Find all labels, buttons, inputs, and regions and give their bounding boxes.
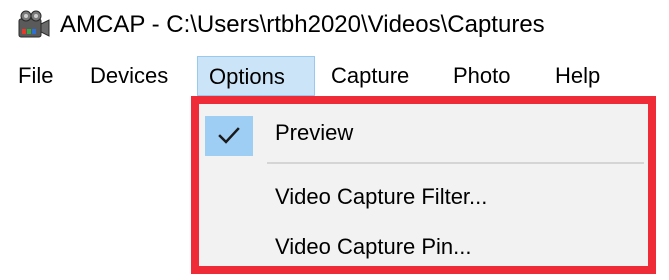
preview-check-box xyxy=(205,116,253,156)
menu-options-label: Options xyxy=(209,64,285,89)
menu-item-video-capture-filter-label: Video Capture Filter... xyxy=(275,184,488,209)
menu-devices-label: Devices xyxy=(90,63,169,88)
options-menu-panel: Preview Video Capture Filter... Video Ca… xyxy=(199,104,648,266)
menu-item-video-capture-filter[interactable]: Video Capture Filter... xyxy=(199,174,648,220)
menu-file-label: File xyxy=(18,63,54,88)
menu-capture[interactable]: Capture xyxy=(331,56,427,96)
menu-file[interactable]: File xyxy=(18,56,62,96)
menu-photo-label: Photo xyxy=(453,63,511,88)
window-title: AMCAP - C:\Users\rtbh2020\Videos\Capture… xyxy=(60,11,545,38)
menu-item-video-capture-pin[interactable]: Video Capture Pin... xyxy=(199,224,648,270)
menu-help-label: Help xyxy=(555,63,601,88)
menu-item-video-capture-pin-label: Video Capture Pin... xyxy=(275,234,472,259)
menu-capture-label: Capture xyxy=(331,63,410,88)
menu-devices[interactable]: Devices xyxy=(90,56,182,96)
menu-bar: File Devices Options Capture Photo Help xyxy=(0,56,669,96)
options-dropdown-menu: Preview Video Capture Filter... Video Ca… xyxy=(191,96,656,274)
menu-item-preview-label: Preview xyxy=(275,120,354,145)
menu-help[interactable]: Help xyxy=(555,56,611,96)
menu-photo[interactable]: Photo xyxy=(453,56,525,96)
menu-options[interactable]: Options xyxy=(197,56,315,96)
title-bar: AMCAP - C:\Users\rtbh2020\Videos\Capture… xyxy=(0,0,669,50)
menu-separator xyxy=(267,162,644,164)
checkmark-icon xyxy=(218,127,240,144)
menu-item-preview[interactable]: Preview xyxy=(199,110,648,156)
camcorder-icon xyxy=(18,10,50,38)
